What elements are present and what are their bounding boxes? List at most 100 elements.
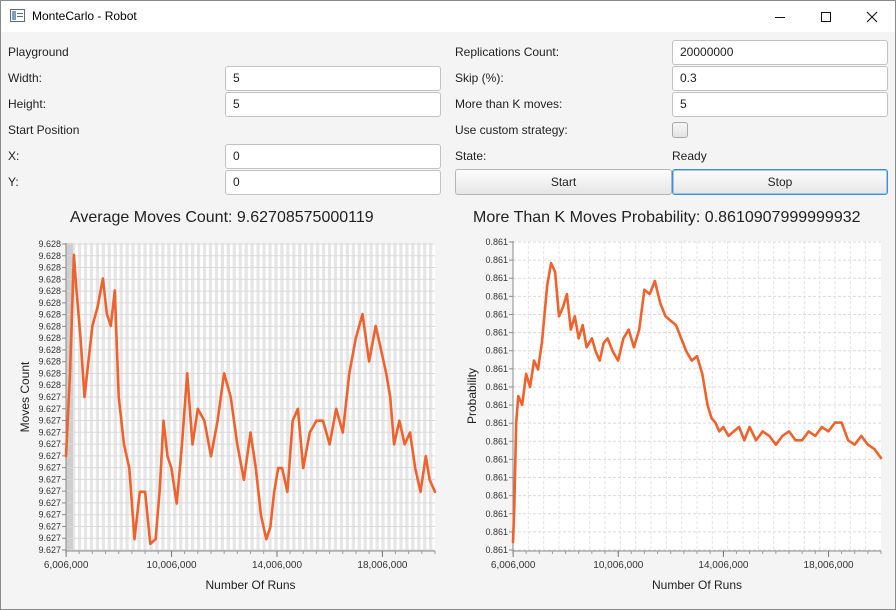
data-point (525, 373, 527, 375)
height-input[interactable]: 5 (225, 92, 441, 117)
state-label: State: (455, 149, 487, 163)
probability-chart-svg: 0.861 0.861 0.861 0.861 0.861 0.861 0.861 0.861… (465, 237, 883, 592)
skip-label: Skip (%): (455, 71, 504, 85)
data-point (210, 455, 212, 458)
y-tick-label: 0.861 (485, 273, 508, 283)
k-moves-input[interactable]: 5 (672, 92, 888, 117)
data-point (409, 431, 411, 434)
replications-input[interactable]: 20000000 (672, 40, 888, 65)
y-tick-label: 9.627 (38, 474, 61, 484)
data-point (434, 490, 436, 493)
data-point (380, 348, 382, 351)
y-tick-label: 0.861 (485, 473, 508, 483)
data-point (807, 430, 810, 433)
data-point (203, 419, 206, 422)
data-point (827, 430, 830, 433)
x-tick-label: 18,006,000 (357, 560, 407, 571)
x-tick-label: 18,006,000 (804, 560, 854, 571)
data-point (537, 368, 539, 371)
width-input[interactable]: 5 (225, 66, 441, 91)
y-tick-label: 0.861 (485, 328, 508, 338)
data-point (685, 350, 688, 353)
data-point (260, 514, 262, 517)
y-tick-label: 9.628 (38, 263, 61, 273)
data-point (149, 543, 152, 545)
y-tick-label: 0.861 (485, 309, 508, 319)
data-point (328, 443, 331, 446)
y-tick-label: 0.861 (485, 454, 508, 464)
y-tick-label: 9.628 (38, 286, 61, 296)
data-point (562, 306, 564, 309)
data-point (546, 284, 549, 287)
data-point (123, 443, 125, 446)
replications-label: Replications Count: (455, 45, 560, 59)
data-point (102, 277, 104, 280)
app-icon (10, 9, 25, 22)
data-point (690, 359, 693, 362)
y-tick-label: 9.628 (38, 274, 61, 284)
y-tick-label: 9.628 (38, 321, 61, 331)
data-point (75, 289, 78, 292)
maximize-button[interactable] (803, 1, 849, 32)
start-button[interactable]: Start (455, 169, 672, 195)
y-tick-label: 9.627 (38, 533, 61, 543)
data-point (374, 325, 377, 327)
data-point (847, 439, 849, 442)
x-tick-label: 10,006,000 (147, 560, 197, 571)
y-tick-label: 0.861 (485, 418, 508, 428)
custom-strategy-checkbox[interactable] (672, 122, 688, 138)
x-tick-label: 14,006,000 (698, 560, 748, 571)
data-point (368, 360, 370, 363)
y-tick-label: 9.628 (38, 333, 61, 343)
data-point (96, 306, 99, 308)
data-point (166, 455, 169, 458)
data-point (170, 467, 173, 469)
x-axis-label: Number Of Runs (652, 578, 742, 592)
data-point (529, 386, 531, 388)
x-tick-label: 6,006,000 (491, 560, 536, 571)
data-point (659, 302, 662, 304)
data-point (154, 538, 157, 541)
y-tick-label: 0.861 (485, 436, 508, 446)
data-point (755, 439, 757, 442)
minimize-button[interactable] (757, 1, 803, 32)
close-button[interactable] (849, 1, 895, 32)
y-axis-label: Probability (465, 368, 479, 424)
data-point (814, 435, 817, 437)
x-tick-label: 10,006,000 (593, 560, 643, 571)
y-input[interactable]: 0 (225, 170, 441, 195)
probability-chart: 0.861 0.861 0.861 0.861 0.861 0.861 0.861 0.861… (449, 229, 889, 599)
data-point (654, 280, 656, 282)
y-tick-label: 9.627 (38, 463, 61, 473)
data-point (269, 526, 272, 529)
x-tick-label: 6,006,000 (44, 560, 89, 571)
maximize-icon (821, 11, 831, 22)
y-axis-label: Moves Count (18, 361, 32, 432)
data-point (696, 355, 698, 357)
data-point (569, 328, 572, 331)
data-point (191, 443, 194, 446)
y-tick-label: 9.628 (38, 357, 61, 367)
data-point (633, 346, 635, 349)
y-tick-label: 9.627 (38, 439, 61, 449)
skip-input[interactable]: 0.3 (672, 66, 888, 91)
data-point (265, 538, 268, 541)
y-tick-label: 0.861 (485, 400, 508, 410)
data-point (748, 426, 751, 428)
data-point (355, 336, 357, 339)
data-point (109, 325, 112, 327)
stop-button[interactable]: Stop (672, 169, 888, 195)
data-point (598, 359, 601, 362)
data-point (801, 439, 803, 442)
k-moves-label: More than K moves: (455, 97, 563, 111)
data-point (128, 467, 131, 469)
data-point (867, 443, 869, 446)
y-tick-label: 9.627 (38, 545, 61, 555)
y-tick-label: 9.627 (38, 451, 61, 461)
x-axis-label: Number Of Runs (205, 578, 295, 592)
y-tick-label: 0.861 (485, 346, 508, 356)
data-point (834, 421, 836, 424)
x-input[interactable]: 0 (225, 144, 441, 169)
data-point (617, 359, 619, 362)
y-tick-label: 0.861 (485, 255, 508, 265)
